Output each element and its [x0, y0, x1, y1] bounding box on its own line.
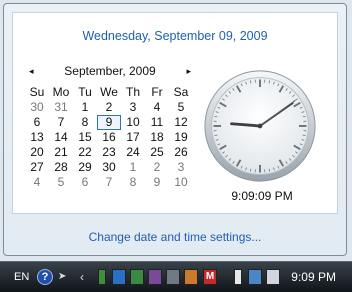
- date-time-flyout: Wednesday, September 09, 2009 ◂ Septembe…: [3, 3, 347, 256]
- weekday-label: Tu: [73, 85, 97, 100]
- app-icon[interactable]: [166, 269, 180, 285]
- calendar-day[interactable]: 20: [25, 145, 49, 160]
- calendar-day[interactable]: 10: [169, 175, 193, 190]
- calendar-day[interactable]: 18: [145, 130, 169, 145]
- calendar-day[interactable]: 4: [25, 175, 49, 190]
- battery-icon[interactable]: [234, 269, 242, 285]
- calendar-day[interactable]: 1: [73, 100, 97, 115]
- calendar-day[interactable]: 19: [169, 130, 193, 145]
- calendar-day[interactable]: 26: [169, 145, 193, 160]
- calendar-day[interactable]: 22: [73, 145, 97, 160]
- volume-icon[interactable]: [266, 269, 280, 285]
- calendar-day[interactable]: 23: [97, 145, 121, 160]
- help-icon[interactable]: ?: [37, 269, 53, 285]
- calendar-day[interactable]: 27: [25, 160, 49, 175]
- month-year-label[interactable]: September, 2009: [47, 63, 173, 79]
- tray-clock[interactable]: 9:09 PM: [291, 269, 336, 285]
- calendar-week-row: 303112345: [25, 100, 193, 115]
- analog-clock: [203, 69, 317, 183]
- calendar-day[interactable]: 2: [97, 100, 121, 115]
- calendar-clock-panel: Wednesday, September 09, 2009 ◂ Septembe…: [12, 12, 338, 214]
- calendar-day[interactable]: 24: [121, 145, 145, 160]
- calendar-week-row: 13141516171819: [25, 130, 193, 145]
- calendar-day[interactable]: 28: [49, 160, 73, 175]
- next-month-icon[interactable]: ▸: [186, 63, 191, 79]
- calendar-days: 3031123456789101112131415161718192021222…: [25, 100, 193, 190]
- m-icon[interactable]: M: [203, 269, 217, 285]
- taskbar: EN ? ➤ ‹ M 9:09 PM: [0, 261, 352, 292]
- calendar-day[interactable]: 30: [25, 100, 49, 115]
- calendar-day[interactable]: 14: [49, 130, 73, 145]
- calendar-day[interactable]: 1: [121, 160, 145, 175]
- calendar-day[interactable]: 8: [73, 115, 97, 130]
- app-icon[interactable]: [148, 269, 162, 285]
- calendar-day[interactable]: 13: [25, 130, 49, 145]
- weekday-label: Mo: [49, 85, 73, 100]
- calendar-grid: SuMoTuWeThFrSa 3031123456789101112131415…: [25, 85, 193, 190]
- calendar-week-row: 27282930123: [25, 160, 193, 175]
- network-icon[interactable]: [130, 269, 144, 285]
- arrow-icon[interactable]: ➤: [58, 269, 70, 285]
- weekday-label: Sa: [169, 85, 193, 100]
- calendar-day[interactable]: 3: [121, 100, 145, 115]
- calendar-day[interactable]: 9: [145, 175, 169, 190]
- calendar-week-row: 6789101112: [25, 115, 193, 130]
- weekday-label: Th: [121, 85, 145, 100]
- calendar-day[interactable]: 7: [97, 175, 121, 190]
- calendar-day[interactable]: 25: [145, 145, 169, 160]
- calendar-day[interactable]: 7: [49, 115, 73, 130]
- long-date-link[interactable]: Wednesday, September 09, 2009: [13, 29, 337, 43]
- calendar-day[interactable]: 9: [97, 115, 121, 130]
- weekday-label: We: [97, 85, 121, 100]
- weekday-header-row: SuMoTuWeThFrSa: [25, 85, 193, 100]
- app-icon[interactable]: [184, 269, 198, 285]
- calendar-day[interactable]: 5: [49, 175, 73, 190]
- language-indicator[interactable]: EN: [14, 269, 29, 285]
- calendar-week-row: 45678910: [25, 175, 193, 190]
- calendar-day[interactable]: 11: [145, 115, 169, 130]
- calendar-day[interactable]: 31: [49, 100, 73, 115]
- chevron-icon[interactable]: ‹: [80, 269, 90, 285]
- previous-month-icon[interactable]: ◂: [29, 63, 34, 79]
- weekday-row: SuMoTuWeThFrSa: [25, 85, 193, 100]
- calendar-day[interactable]: 21: [49, 145, 73, 160]
- calendar-week-row: 20212223242526: [25, 145, 193, 160]
- calendar-day[interactable]: 15: [73, 130, 97, 145]
- calendar-day[interactable]: 10: [121, 115, 145, 130]
- calendar-day[interactable]: 30: [97, 160, 121, 175]
- calendar-day[interactable]: 6: [73, 175, 97, 190]
- calendar-day[interactable]: 6: [25, 115, 49, 130]
- calendar-day[interactable]: 8: [121, 175, 145, 190]
- calendar-day[interactable]: 2: [145, 160, 169, 175]
- app-icon[interactable]: [112, 269, 126, 285]
- weekday-label: Fr: [145, 85, 169, 100]
- calendar-header: ◂ September, 2009 ▸: [29, 63, 191, 79]
- change-date-time-settings-link[interactable]: Change date and time settings...: [4, 230, 346, 244]
- digital-time-label: 9:09:09 PM: [219, 189, 305, 203]
- network-icon[interactable]: [248, 269, 262, 285]
- calendar-day[interactable]: 17: [121, 130, 145, 145]
- calendar-day[interactable]: 16: [97, 130, 121, 145]
- weekday-label: Su: [25, 85, 49, 100]
- calendar-day[interactable]: 12: [169, 115, 193, 130]
- battery-icon[interactable]: [98, 269, 106, 285]
- calendar-day[interactable]: 29: [73, 160, 97, 175]
- calendar-day[interactable]: 5: [169, 100, 193, 115]
- calendar-day[interactable]: 3: [169, 160, 193, 175]
- calendar-day[interactable]: 4: [145, 100, 169, 115]
